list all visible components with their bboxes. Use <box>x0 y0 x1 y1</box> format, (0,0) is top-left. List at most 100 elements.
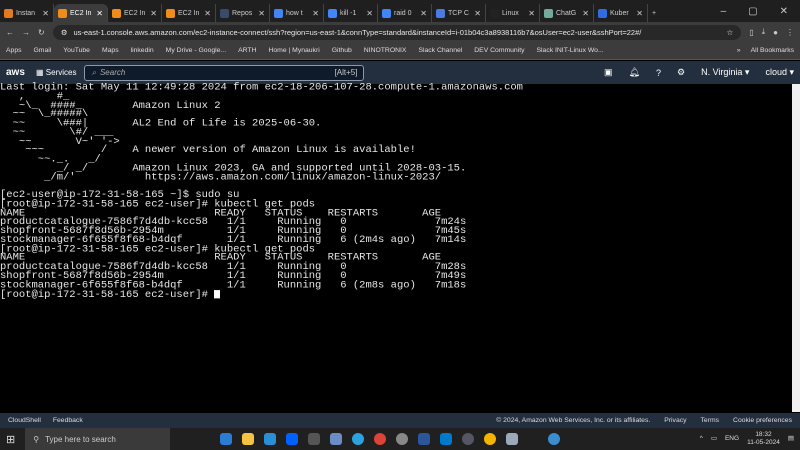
close-window-icon[interactable]: ✕ <box>780 6 788 17</box>
account-menu[interactable]: cloud ▾ <box>765 67 794 78</box>
mail-icon[interactable] <box>264 433 277 445</box>
tab-close-icon[interactable]: ✕ <box>96 9 103 18</box>
tab-close-icon[interactable]: ✕ <box>204 9 211 18</box>
browser-tab[interactable]: raid 0 ✕ <box>378 4 432 22</box>
bookmark-item[interactable]: Slack INIT-Linux Wo... <box>537 47 604 54</box>
maximize-icon[interactable]: ▢ <box>748 6 757 17</box>
virtualbox-icon[interactable] <box>330 433 343 445</box>
reload-icon[interactable]: ↻ <box>38 28 45 37</box>
bookmark-item[interactable]: Gmail <box>34 47 52 54</box>
clock[interactable]: 18:32 11-05-2024 <box>747 431 780 447</box>
browser-tab[interactable]: EC2 In ✕ <box>108 4 162 22</box>
all-bookmarks[interactable]: All Bookmarks <box>751 47 794 54</box>
download-icon[interactable]: ⤓ <box>762 27 766 37</box>
tab-close-icon[interactable]: ✕ <box>150 9 157 18</box>
site-info-icon[interactable]: ⚙ <box>61 28 68 37</box>
bookmark-item[interactable]: Slack Channel <box>418 47 462 54</box>
bookmark-item[interactable]: NINOTRONIX <box>364 47 407 54</box>
chrome-icon[interactable] <box>374 433 387 445</box>
terminal[interactable]: Last login: Sat May 11 12:49:28 2024 fro… <box>0 83 792 412</box>
app-icon[interactable] <box>308 433 321 445</box>
notifications-icon[interactable]: ▤ <box>788 435 794 443</box>
bookmark-item[interactable]: Github <box>332 47 352 54</box>
bookmarks-bar: Apps Gmail YouTube Maps linkedin My Drive - G… <box>0 42 800 60</box>
taskbar-search-placeholder: Type here to search <box>45 434 116 444</box>
browser-tab[interactable]: EC2 In ✕ <box>162 4 216 22</box>
new-tab-button[interactable]: + <box>648 4 668 22</box>
tab-close-icon[interactable]: ✕ <box>366 9 373 18</box>
help-icon[interactable]: ? <box>656 68 661 78</box>
bookmark-item[interactable]: DEV Community <box>474 47 524 54</box>
extensions-icon[interactable]: ▯ <box>749 28 753 37</box>
word-icon[interactable] <box>418 433 431 445</box>
browser-tab[interactable]: how t ✕ <box>270 4 324 22</box>
tab-close-icon[interactable]: ✕ <box>528 9 535 18</box>
network-icon[interactable]: ▭ <box>711 435 717 443</box>
bookmark-item[interactable]: Maps <box>102 47 119 54</box>
back-icon[interactable]: ← <box>6 28 14 37</box>
more-bookmarks-icon[interactable]: » <box>737 47 741 54</box>
browser-tab[interactable]: Instan ✕ <box>0 4 54 22</box>
bookmark-item[interactable]: linkedin <box>131 47 154 54</box>
tab-close-icon[interactable]: ✕ <box>312 9 319 18</box>
tab-close-icon[interactable]: ✕ <box>420 9 427 18</box>
browser-tab[interactable]: Kuber ✕ <box>594 4 648 22</box>
feedback-link[interactable]: Feedback <box>53 417 83 424</box>
chrome-profile-icon[interactable] <box>484 433 497 445</box>
bookmark-star-icon[interactable]: ☆ <box>726 28 733 37</box>
forward-icon[interactable]: → <box>22 28 30 37</box>
tab-close-icon[interactable]: ✕ <box>636 9 643 18</box>
edge-icon[interactable] <box>220 433 233 445</box>
time: 18:32 <box>755 431 772 438</box>
browser-tab[interactable]: Repos ✕ <box>216 4 270 22</box>
browser-tab[interactable]: Linux ✕ <box>486 4 540 22</box>
cloudshell-link[interactable]: CloudShell <box>8 417 41 424</box>
browser-tab[interactable]: EC2 In ✕ <box>54 4 108 22</box>
bookmark-item[interactable]: Apps <box>6 47 22 54</box>
language-indicator[interactable]: ENG <box>725 435 739 443</box>
tab-favicon-icon <box>112 8 121 18</box>
app-icon[interactable] <box>462 433 475 445</box>
bookmark-item[interactable]: ARTH <box>238 47 256 54</box>
bookmark-item[interactable]: YouTube <box>63 47 90 54</box>
taskbar-search-input[interactable]: ⚲ Type here to search <box>25 428 171 450</box>
tab-label: raid 0 <box>394 9 412 17</box>
region-selector[interactable]: N. Virginia ▾ <box>701 67 749 78</box>
aws-logo[interactable]: aws <box>6 67 28 78</box>
url-input[interactable]: ⚙ us-east-1.console.aws.amazon.com/ec2-in… <box>52 24 742 40</box>
terms-link[interactable]: Terms <box>701 417 720 424</box>
telegram-icon[interactable] <box>352 433 365 445</box>
vscode-icon[interactable] <box>440 433 453 445</box>
terminal-scrollbar[interactable] <box>792 84 800 412</box>
tab-label: EC2 In <box>70 9 92 17</box>
help-app-icon[interactable] <box>548 433 561 445</box>
settings-gear-icon[interactable]: ⚙ <box>677 67 685 78</box>
tab-close-icon[interactable]: ✕ <box>474 9 481 18</box>
browser-tab[interactable]: kill -1 ✕ <box>324 4 378 22</box>
browser-tab[interactable]: ChatG ✕ <box>540 4 594 22</box>
file-explorer-icon[interactable] <box>242 433 255 445</box>
cloudshell-icon[interactable]: ▣ <box>604 67 613 78</box>
tab-label: kill -1 <box>340 9 357 17</box>
search-input[interactable]: ⌕ Search [Alt+5] <box>84 64 365 81</box>
bookmark-item[interactable]: Home | Mynaukri <box>268 47 319 54</box>
cookie-preferences-link[interactable]: Cookie preferences <box>733 417 792 424</box>
menu-icon[interactable]: ⋮ <box>786 28 794 37</box>
tab-label: how t <box>286 9 303 17</box>
obs-icon[interactable] <box>396 433 409 445</box>
tray-chevron-icon[interactable]: ^ <box>700 435 703 443</box>
minimize-icon[interactable]: – <box>721 6 727 17</box>
tab-close-icon[interactable]: ✕ <box>258 9 265 18</box>
bookmark-item[interactable]: My Drive - Google... <box>166 47 226 54</box>
tab-label: ChatG <box>556 9 577 17</box>
services-menu[interactable]: ▦ Services <box>36 68 76 77</box>
tab-close-icon[interactable]: ✕ <box>42 9 49 18</box>
windows-start-icon[interactable]: ⊞ <box>6 433 15 446</box>
tab-close-icon[interactable]: ✕ <box>582 9 589 18</box>
dropbox-icon[interactable] <box>286 433 299 445</box>
privacy-link[interactable]: Privacy <box>664 417 686 424</box>
profile-avatar[interactable]: ● <box>773 28 778 37</box>
browser-tab[interactable]: TCP C ✕ <box>432 4 486 22</box>
notifications-bell-icon[interactable]: 🔔︎ <box>629 67 640 78</box>
notes-icon[interactable] <box>506 433 519 445</box>
